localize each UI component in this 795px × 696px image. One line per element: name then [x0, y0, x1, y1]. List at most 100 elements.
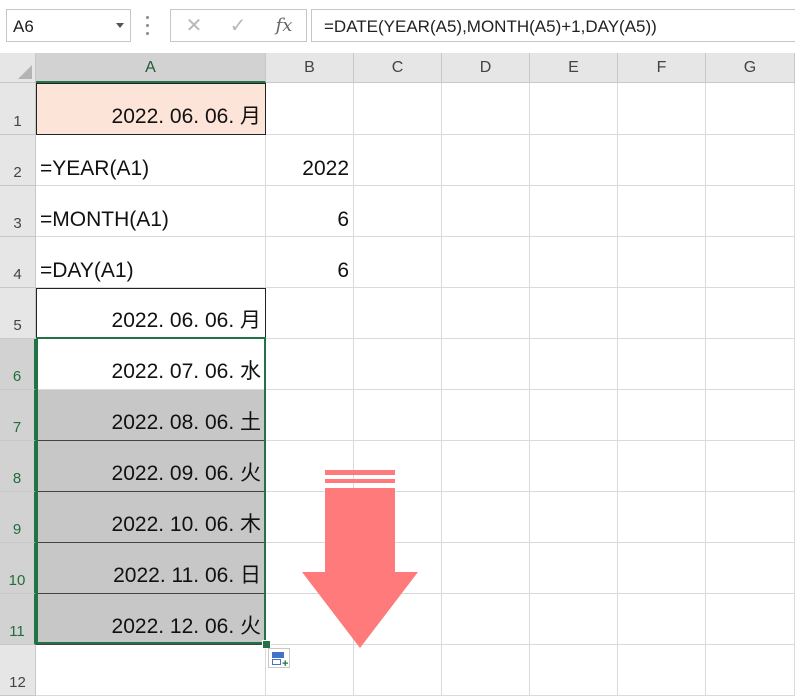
- column-header-g[interactable]: G: [706, 53, 795, 83]
- drag-handle-icon[interactable]: [146, 14, 150, 38]
- cell-e11[interactable]: [530, 594, 618, 645]
- cell-f10[interactable]: [618, 543, 706, 594]
- column-header-f[interactable]: F: [618, 53, 706, 83]
- cell-e9[interactable]: [530, 492, 618, 543]
- enter-icon[interactable]: ✓: [223, 13, 253, 39]
- cell-b3[interactable]: 6: [266, 186, 354, 237]
- row-header-6[interactable]: 6: [0, 339, 36, 390]
- cell-c5[interactable]: [354, 288, 442, 339]
- cell-c7[interactable]: [354, 390, 442, 441]
- row-header-10[interactable]: 10: [0, 543, 36, 594]
- cell-f8[interactable]: [618, 441, 706, 492]
- chevron-down-icon[interactable]: [116, 23, 124, 28]
- cell-a5[interactable]: 2022. 06. 06. 月: [36, 288, 266, 339]
- cell-e4[interactable]: [530, 237, 618, 288]
- cell-d4[interactable]: [442, 237, 530, 288]
- cell-e8[interactable]: [530, 441, 618, 492]
- cell-a6[interactable]: 2022. 07. 06. 水: [36, 339, 266, 390]
- row-header-1[interactable]: 1: [0, 83, 36, 135]
- cell-e3[interactable]: [530, 186, 618, 237]
- row-header-9[interactable]: 9: [0, 492, 36, 543]
- cell-f6[interactable]: [618, 339, 706, 390]
- cell-b5[interactable]: [266, 288, 354, 339]
- cell-g7[interactable]: [706, 390, 795, 441]
- cell-e1[interactable]: [530, 83, 618, 135]
- row-header-7[interactable]: 7: [0, 390, 36, 441]
- cell-c12[interactable]: [354, 645, 442, 696]
- cell-g8[interactable]: [706, 441, 795, 492]
- cell-e2[interactable]: [530, 135, 618, 186]
- cell-a7[interactable]: 2022. 08. 06. 土: [36, 390, 266, 441]
- row-header-8[interactable]: 8: [0, 441, 36, 492]
- cell-e6[interactable]: [530, 339, 618, 390]
- cell-f11[interactable]: [618, 594, 706, 645]
- column-header-d[interactable]: D: [442, 53, 530, 83]
- cell-a10[interactable]: 2022. 11. 06. 日: [36, 543, 266, 594]
- cell-f2[interactable]: [618, 135, 706, 186]
- cell-d7[interactable]: [442, 390, 530, 441]
- cell-a9[interactable]: 2022. 10. 06. 木: [36, 492, 266, 543]
- cell-f9[interactable]: [618, 492, 706, 543]
- cell-g11[interactable]: [706, 594, 795, 645]
- cell-b2[interactable]: 2022: [266, 135, 354, 186]
- cell-d6[interactable]: [442, 339, 530, 390]
- column-header-a[interactable]: A: [36, 53, 266, 83]
- cell-c4[interactable]: [354, 237, 442, 288]
- autofill-options-icon[interactable]: +: [268, 648, 290, 670]
- cell-b6[interactable]: [266, 339, 354, 390]
- cell-e5[interactable]: [530, 288, 618, 339]
- cell-b4[interactable]: 6: [266, 237, 354, 288]
- cell-d11[interactable]: [442, 594, 530, 645]
- insert-function-button[interactable]: fx: [269, 13, 299, 39]
- cell-f3[interactable]: [618, 186, 706, 237]
- cell-d3[interactable]: [442, 186, 530, 237]
- cell-a2[interactable]: =YEAR(A1): [36, 135, 266, 186]
- row-header-3[interactable]: 3: [0, 186, 36, 237]
- cell-c2[interactable]: [354, 135, 442, 186]
- row-header-2[interactable]: 2: [0, 135, 36, 186]
- cell-b1[interactable]: [266, 83, 354, 135]
- cell-f5[interactable]: [618, 288, 706, 339]
- cell-e10[interactable]: [530, 543, 618, 594]
- row-header-11[interactable]: 11: [0, 594, 36, 645]
- cell-d12[interactable]: [442, 645, 530, 696]
- cell-g6[interactable]: [706, 339, 795, 390]
- cell-d1[interactable]: [442, 83, 530, 135]
- cell-c1[interactable]: [354, 83, 442, 135]
- cell-g12[interactable]: [706, 645, 795, 696]
- column-header-b[interactable]: B: [266, 53, 354, 83]
- cell-d10[interactable]: [442, 543, 530, 594]
- cell-d2[interactable]: [442, 135, 530, 186]
- cell-f4[interactable]: [618, 237, 706, 288]
- cell-a3[interactable]: =MONTH(A1): [36, 186, 266, 237]
- cell-d5[interactable]: [442, 288, 530, 339]
- row-header-4[interactable]: 4: [0, 237, 36, 288]
- cell-b7[interactable]: [266, 390, 354, 441]
- cell-g5[interactable]: [706, 288, 795, 339]
- cell-g10[interactable]: [706, 543, 795, 594]
- cell-f7[interactable]: [618, 390, 706, 441]
- cell-a11[interactable]: 2022. 12. 06. 火: [36, 594, 266, 645]
- cell-g3[interactable]: [706, 186, 795, 237]
- formula-input[interactable]: =DATE(YEAR(A5),MONTH(A5)+1,DAY(A5)): [311, 9, 795, 42]
- column-header-e[interactable]: E: [530, 53, 618, 83]
- cell-d8[interactable]: [442, 441, 530, 492]
- cell-g4[interactable]: [706, 237, 795, 288]
- cell-a1[interactable]: 2022. 06. 06. 月: [36, 83, 266, 135]
- row-header-12[interactable]: 12: [0, 645, 36, 696]
- cell-a4[interactable]: =DAY(A1): [36, 237, 266, 288]
- select-all-button[interactable]: [0, 53, 36, 83]
- cell-f12[interactable]: [618, 645, 706, 696]
- cell-g2[interactable]: [706, 135, 795, 186]
- cell-c3[interactable]: [354, 186, 442, 237]
- name-box[interactable]: A6: [6, 9, 131, 42]
- cell-a8[interactable]: 2022. 09. 06. 火: [36, 441, 266, 492]
- row-header-5[interactable]: 5: [0, 288, 36, 339]
- cell-g1[interactable]: [706, 83, 795, 135]
- cell-f1[interactable]: [618, 83, 706, 135]
- cancel-icon[interactable]: ✕: [179, 13, 209, 39]
- cell-a12[interactable]: [36, 645, 266, 696]
- cell-d9[interactable]: [442, 492, 530, 543]
- cell-g9[interactable]: [706, 492, 795, 543]
- cell-c6[interactable]: [354, 339, 442, 390]
